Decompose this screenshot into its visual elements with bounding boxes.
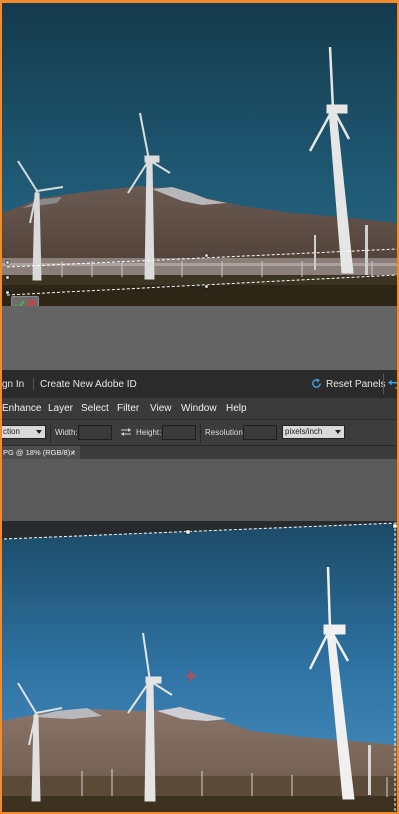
reset-circular-arrow-icon[interactable]	[311, 378, 322, 389]
menu-help[interactable]: Help	[226, 403, 247, 414]
menu-window[interactable]: Window	[181, 403, 217, 414]
swap-arrows-icon[interactable]	[119, 425, 133, 439]
crop-handle[interactable]	[392, 523, 397, 529]
chevron-down-icon	[335, 430, 341, 434]
tool-options-bar: ction Width: Height: Resolution: pixels/…	[2, 419, 397, 446]
width-input[interactable]	[78, 425, 112, 440]
workspace-pasteboard	[2, 459, 397, 521]
photoshop-elements-window: gn In Create New Adobe ID Reset Panels E…	[2, 3, 397, 812]
divider	[33, 378, 34, 390]
wind-turbine-photo-before	[2, 3, 397, 306]
crop-handle[interactable]	[204, 284, 209, 289]
reset-panels-button[interactable]: Reset Panels	[326, 379, 385, 390]
height-label: Height:	[136, 428, 162, 437]
divider	[50, 423, 51, 443]
document-tab[interactable]: PG @ 18% (RGB/8) * ×	[2, 446, 80, 460]
document-tab-bar: PG @ 18% (RGB/8) * ×	[2, 445, 397, 460]
chevron-down-icon	[36, 430, 42, 434]
crop-handle[interactable]	[5, 290, 10, 295]
wind-turbine-photo-after	[2, 521, 397, 812]
resolution-label: Resolution:	[205, 428, 246, 437]
app-bar: gn In Create New Adobe ID Reset Panels	[2, 370, 397, 398]
canvas-before[interactable]	[2, 3, 397, 306]
menu-filter[interactable]: Filter	[117, 403, 139, 414]
create-adobe-id-link[interactable]: Create New Adobe ID	[40, 379, 137, 390]
resolution-input[interactable]	[243, 425, 277, 440]
canvas-after[interactable]	[2, 521, 397, 812]
divider	[383, 374, 384, 394]
crop-handle[interactable]	[204, 253, 209, 258]
crop-preset-value: ction	[3, 427, 20, 436]
document-tab-title: PG @ 18% (RGB/8) *	[3, 448, 76, 457]
menu-enhance[interactable]: Enhance	[2, 403, 41, 414]
sign-in-link[interactable]: gn In	[2, 379, 24, 390]
menu-layer[interactable]: Layer	[48, 403, 73, 414]
height-input[interactable]	[162, 425, 196, 440]
menu-select[interactable]: Select	[81, 403, 109, 414]
menu-bar: Enhance Layer Select Filter View Window …	[2, 398, 397, 419]
menu-view[interactable]: View	[150, 403, 172, 414]
pasteboard-area	[2, 306, 397, 370]
crop-handle[interactable]	[185, 529, 191, 535]
crop-preset-select[interactable]: ction	[2, 425, 46, 439]
divider	[200, 423, 201, 443]
close-icon[interactable]: ×	[70, 446, 75, 460]
crop-handle[interactable]	[5, 260, 10, 265]
resolution-unit-value: pixels/inch	[285, 427, 323, 436]
undo-arrow-icon[interactable]	[388, 378, 397, 389]
crop-handle[interactable]	[5, 275, 10, 280]
resolution-unit-select[interactable]: pixels/inch	[282, 425, 345, 439]
width-label: Width:	[55, 428, 78, 437]
